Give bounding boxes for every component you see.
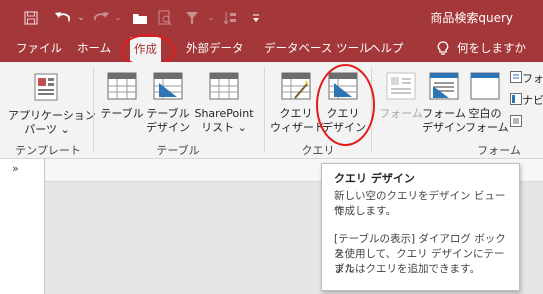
query-wizard-label-2: ウィザード	[270, 121, 325, 134]
more-forms-button[interactable]	[510, 115, 543, 131]
table-icon	[99, 72, 145, 104]
navigation-icon	[510, 93, 522, 109]
blank-form-label-2: フォーム	[465, 121, 509, 134]
tooltip-text: 作成します。	[334, 205, 396, 217]
table-design-icon	[145, 72, 191, 104]
application-parts-label: アプリケーション	[8, 109, 96, 122]
undo-icon[interactable]	[52, 0, 74, 35]
form-design-label-2: デザイン	[422, 121, 466, 134]
form-design-icon	[421, 72, 467, 104]
table-design-label-2: デザイン	[146, 121, 190, 134]
lightbulb-icon[interactable]	[437, 35, 449, 62]
query-wizard-label: クエリ	[279, 107, 313, 120]
query-wizard-button[interactable]: クエリ ウィザード	[270, 72, 325, 135]
window-title: 商品検索query	[430, 11, 513, 25]
navigation-pane: »	[0, 159, 45, 294]
customize-qat-icon[interactable]	[250, 0, 262, 35]
form-design-label: フォーム	[422, 107, 466, 120]
form-icon	[378, 72, 424, 104]
query-wizard-icon	[270, 72, 322, 104]
application-parts-label-2: パーツ ⌄	[24, 123, 70, 136]
form-wizard-button[interactable]: フォ	[510, 71, 543, 87]
group-separator	[93, 68, 94, 152]
nav-pane-expand-icon[interactable]: »	[12, 162, 19, 175]
filter-dropdown-icon[interactable]: ⌄	[206, 0, 216, 35]
more-forms-icon	[510, 115, 522, 131]
tell-me-search[interactable]: 何をしますか	[457, 35, 526, 62]
tooltip-text: またはクエリを追加できます。	[334, 263, 480, 275]
table-label: テーブル	[100, 107, 144, 120]
sort-icon[interactable]	[220, 0, 240, 35]
query-design-tooltip: クエリ デザイン 新しい空のクエリをデザイン ビューで 作成します。 [テーブル…	[321, 163, 520, 291]
navigation-button[interactable]: ナビ	[510, 93, 543, 109]
group-label-template: テンプレート	[15, 144, 81, 157]
redo-dropdown-icon[interactable]: ⌄	[113, 0, 123, 35]
blank-form-label: 空白の	[468, 107, 502, 120]
application-parts-icon	[8, 72, 86, 106]
form-wizard-icon	[510, 71, 522, 87]
sharepoint-list-label: SharePoint	[194, 107, 254, 120]
table-design-label: テーブル	[146, 107, 190, 120]
tooltip-title: クエリ デザイン	[334, 172, 415, 185]
tab-help[interactable]: ヘルプ	[369, 35, 404, 62]
group-label-form: フォーム	[477, 144, 521, 157]
tab-home[interactable]: ホーム	[77, 35, 111, 62]
group-separator	[264, 68, 265, 152]
application-parts-button[interactable]: アプリケーション パーツ ⌄	[8, 72, 96, 137]
form-button[interactable]: フォーム	[378, 72, 424, 121]
redo-icon[interactable]	[90, 0, 112, 35]
navigation-label: ナビ	[522, 94, 543, 107]
print-preview-icon[interactable]	[155, 0, 175, 35]
undo-dropdown-icon[interactable]: ⌄	[76, 0, 86, 35]
form-design-button[interactable]: フォーム デザイン	[421, 72, 467, 135]
ribbon: アプリケーション パーツ ⌄ テンプレート テーブル テーブル デザイン Sha…	[0, 62, 543, 159]
tab-external-data[interactable]: 外部データ	[186, 35, 244, 62]
form-wizard-label: フォ	[522, 72, 543, 85]
ribbon-tabs: ファイル ホーム 作成 外部データ データベース ツール ヘルプ 何をしますか	[0, 35, 543, 62]
blank-form-button[interactable]: 空白の フォーム	[465, 72, 509, 135]
title-bar: ⌄ ⌄ ⌄ 商品検索query	[0, 0, 543, 35]
tab-file[interactable]: ファイル	[16, 35, 62, 62]
tab-database-tools[interactable]: データベース ツール	[264, 35, 371, 62]
sharepoint-list-button[interactable]: SharePoint リスト ⌄	[191, 72, 257, 135]
highlight-circle-query-design	[316, 64, 375, 146]
form-label: フォーム	[379, 107, 423, 120]
sharepoint-list-label-2: リスト ⌄	[201, 121, 247, 134]
table-design-button[interactable]: テーブル デザイン	[145, 72, 191, 135]
group-label-table: テーブル	[156, 144, 200, 157]
table-button[interactable]: テーブル	[99, 72, 145, 121]
sharepoint-list-icon	[191, 72, 257, 104]
blank-form-icon	[465, 72, 505, 104]
save-icon[interactable]	[22, 0, 40, 35]
folder-icon[interactable]	[130, 0, 150, 35]
filter-icon[interactable]	[182, 0, 202, 35]
